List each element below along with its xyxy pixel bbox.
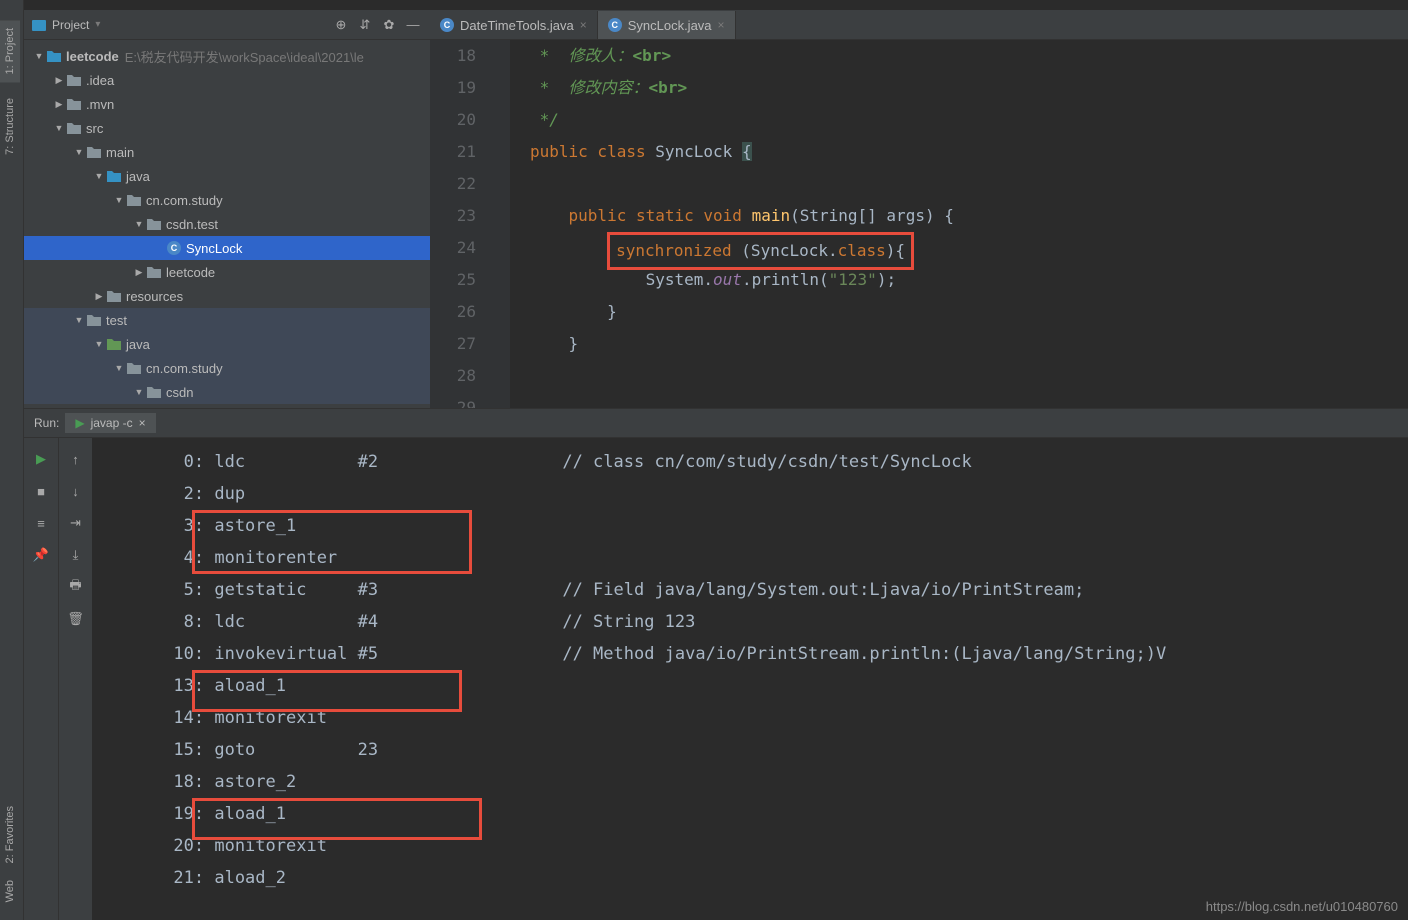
project-header: Project ▾ ⊕ ⇵ ✿ — <box>24 10 430 40</box>
scroll-icon[interactable]: ⤓ <box>67 546 85 564</box>
tab-synclock[interactable]: C SyncLock.java × <box>598 11 736 39</box>
tree-main[interactable]: ▼main <box>24 140 430 164</box>
close-icon[interactable]: × <box>718 18 725 32</box>
code-editor[interactable]: 18 19 20 21 22 23 24 25 26 27 28 29 * 修改… <box>430 40 1408 408</box>
editor-tabs: C DateTimeTools.java × C SyncLock.java × <box>430 10 1408 40</box>
wrap-icon[interactable]: ⇥ <box>67 514 85 532</box>
tree-pkg2[interactable]: ▼cn.com.study <box>24 356 430 380</box>
tree-mvn[interactable]: ▶.mvn <box>24 92 430 116</box>
tree-pkg[interactable]: ▼cn.com.study <box>24 188 430 212</box>
sidebar-tab-favorites[interactable]: 2: Favorites <box>0 798 20 871</box>
class-icon: C <box>440 18 454 32</box>
project-tree: ▼ leetcode E:\税友代码开发\workSpace\ideal\202… <box>24 40 430 408</box>
tree-idea[interactable]: ▶.idea <box>24 68 430 92</box>
run-header: Run: ▶ javap -c × <box>24 408 1408 438</box>
tree-root[interactable]: ▼ leetcode E:\税友代码开发\workSpace\ideal\202… <box>24 44 430 68</box>
run-play-icon: ▶ <box>75 416 84 430</box>
project-title: Project ▾ <box>32 18 326 32</box>
tree-test[interactable]: ▼test <box>24 308 430 332</box>
stop-icon[interactable]: ■ <box>32 482 50 500</box>
tree-java[interactable]: ▼java <box>24 164 430 188</box>
expand-icon[interactable]: ⇵ <box>356 16 374 34</box>
gear-icon[interactable]: ✿ <box>380 16 398 34</box>
locate-icon[interactable]: ⊕ <box>332 16 350 34</box>
pin-icon[interactable]: 📌 <box>32 546 50 564</box>
tree-csdn[interactable]: ▼csdn <box>24 380 430 404</box>
hide-icon[interactable]: — <box>404 16 422 34</box>
sidebar-tab-project[interactable]: 1: Project <box>0 20 20 82</box>
run-panel: Run: ▶ javap -c × ▶ ■ ≡ 📌 ↑ ↓ ⇥ ⤓ 🖶 🗑 0:… <box>24 408 1408 920</box>
run-label: Run: <box>34 416 59 430</box>
print-icon[interactable]: 🖶 <box>67 578 85 596</box>
left-tool-sidebar: 1: Project 7: Structure 2: Favorites Web <box>0 0 24 920</box>
editor-area: C DateTimeTools.java × C SyncLock.java ×… <box>430 10 1408 408</box>
run-tab-javap[interactable]: ▶ javap -c × <box>65 413 155 433</box>
sidebar-tab-structure[interactable]: 7: Structure <box>0 90 20 163</box>
watermark: https://blog.csdn.net/u010480760 <box>1206 899 1398 914</box>
run-toolbar-1: ▶ ■ ≡ 📌 <box>24 438 58 920</box>
trash-icon[interactable]: 🗑 <box>67 610 85 628</box>
class-icon: C <box>608 18 622 32</box>
tree-src[interactable]: ▼src <box>24 116 430 140</box>
tree-resources[interactable]: ▶resources <box>24 284 430 308</box>
project-panel: Project ▾ ⊕ ⇵ ✿ — ▼ leetcode E:\税友代码开发\w… <box>24 10 430 408</box>
tree-java2[interactable]: ▼java <box>24 332 430 356</box>
console-output[interactable]: 0: ldc #2 // class cn/com/study/csdn/tes… <box>92 438 1408 920</box>
tree-leetcode-pkg[interactable]: ▶leetcode <box>24 260 430 284</box>
up-icon[interactable]: ↑ <box>67 450 85 468</box>
run-toolbar-2: ↑ ↓ ⇥ ⤓ 🖶 🗑 <box>58 438 92 920</box>
down-icon[interactable]: ↓ <box>67 482 85 500</box>
class-icon: C <box>167 241 181 255</box>
tree-csdn-test[interactable]: ▼csdn.test <box>24 212 430 236</box>
close-icon[interactable]: × <box>580 18 587 32</box>
sidebar-tab-web[interactable]: Web <box>0 872 20 910</box>
gutter: 18 19 20 21 22 23 24 25 26 27 28 29 <box>430 40 490 408</box>
tree-synclock[interactable]: CSyncLock <box>24 236 430 260</box>
close-icon[interactable]: × <box>139 416 146 430</box>
rerun-icon[interactable]: ▶ <box>32 450 50 468</box>
layout-icon[interactable]: ≡ <box>32 514 50 532</box>
project-icon <box>32 18 46 32</box>
tab-datetimetools[interactable]: C DateTimeTools.java × <box>430 11 598 39</box>
